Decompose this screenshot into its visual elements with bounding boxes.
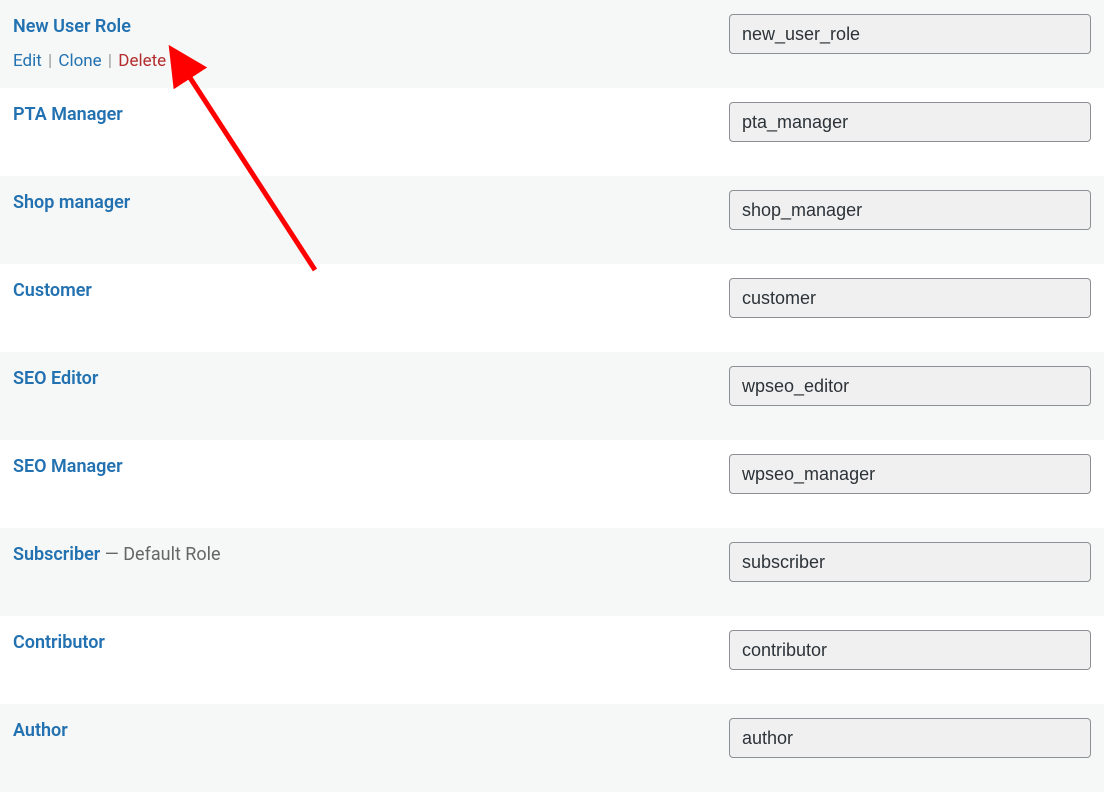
role-name-cell: Subscriber — Default Role	[13, 538, 729, 565]
role-row: New User Role Edit | Clone | Delete	[0, 0, 1104, 88]
separator: |	[104, 51, 117, 71]
role-row: Shop manager	[0, 176, 1104, 264]
edit-link[interactable]: Edit	[13, 51, 42, 71]
role-row: Customer	[0, 264, 1104, 352]
role-slug-cell	[729, 714, 1091, 758]
role-title-link[interactable]: Subscriber	[13, 544, 100, 565]
clone-link[interactable]: Clone	[58, 51, 101, 71]
role-title-link[interactable]: PTA Manager	[13, 104, 123, 125]
role-slug-input[interactable]	[729, 542, 1091, 582]
role-title-link[interactable]: SEO Manager	[13, 456, 123, 477]
role-slug-cell	[729, 538, 1091, 582]
default-role-badge: — Default Role	[100, 544, 220, 565]
role-name-cell: PTA Manager	[13, 98, 729, 125]
role-row: Contributor	[0, 616, 1104, 704]
role-name-cell: SEO Manager	[13, 450, 729, 477]
role-row: Subscriber — Default Role	[0, 528, 1104, 616]
role-slug-input[interactable]	[729, 278, 1091, 318]
role-title-link[interactable]: Customer	[13, 280, 92, 301]
role-slug-cell	[729, 98, 1091, 142]
role-name-cell: Shop manager	[13, 186, 729, 213]
role-row: PTA Manager	[0, 88, 1104, 176]
role-slug-cell	[729, 362, 1091, 406]
role-row: Author	[0, 704, 1104, 792]
role-name-cell: New User Role Edit | Clone | Delete	[13, 10, 729, 71]
role-slug-input[interactable]	[729, 366, 1091, 406]
role-slug-input[interactable]	[729, 190, 1091, 230]
role-slug-input[interactable]	[729, 14, 1091, 54]
role-slug-cell	[729, 450, 1091, 494]
role-slug-cell	[729, 274, 1091, 318]
delete-link[interactable]: Delete	[118, 51, 166, 71]
role-slug-cell	[729, 10, 1091, 54]
row-actions: Edit | Clone | Delete	[13, 51, 729, 71]
role-slug-cell	[729, 626, 1091, 670]
role-slug-input[interactable]	[729, 454, 1091, 494]
role-title-link[interactable]: Author	[13, 720, 68, 741]
role-title-link[interactable]: New User Role	[13, 16, 131, 37]
role-name-cell: Contributor	[13, 626, 729, 653]
role-name-cell: SEO Editor	[13, 362, 729, 389]
role-name-cell: Author	[13, 714, 729, 741]
role-title-link[interactable]: Shop manager	[13, 192, 130, 213]
role-slug-input[interactable]	[729, 102, 1091, 142]
roles-list: New User Role Edit | Clone | Delete PTA Ma…	[0, 0, 1104, 792]
role-row: SEO Editor	[0, 352, 1104, 440]
separator: |	[44, 51, 57, 71]
role-title-link[interactable]: SEO Editor	[13, 368, 98, 389]
role-slug-input[interactable]	[729, 718, 1091, 758]
role-slug-cell	[729, 186, 1091, 230]
role-row: SEO Manager	[0, 440, 1104, 528]
role-slug-input[interactable]	[729, 630, 1091, 670]
role-title-link[interactable]: Contributor	[13, 632, 105, 653]
role-name-cell: Customer	[13, 274, 729, 301]
